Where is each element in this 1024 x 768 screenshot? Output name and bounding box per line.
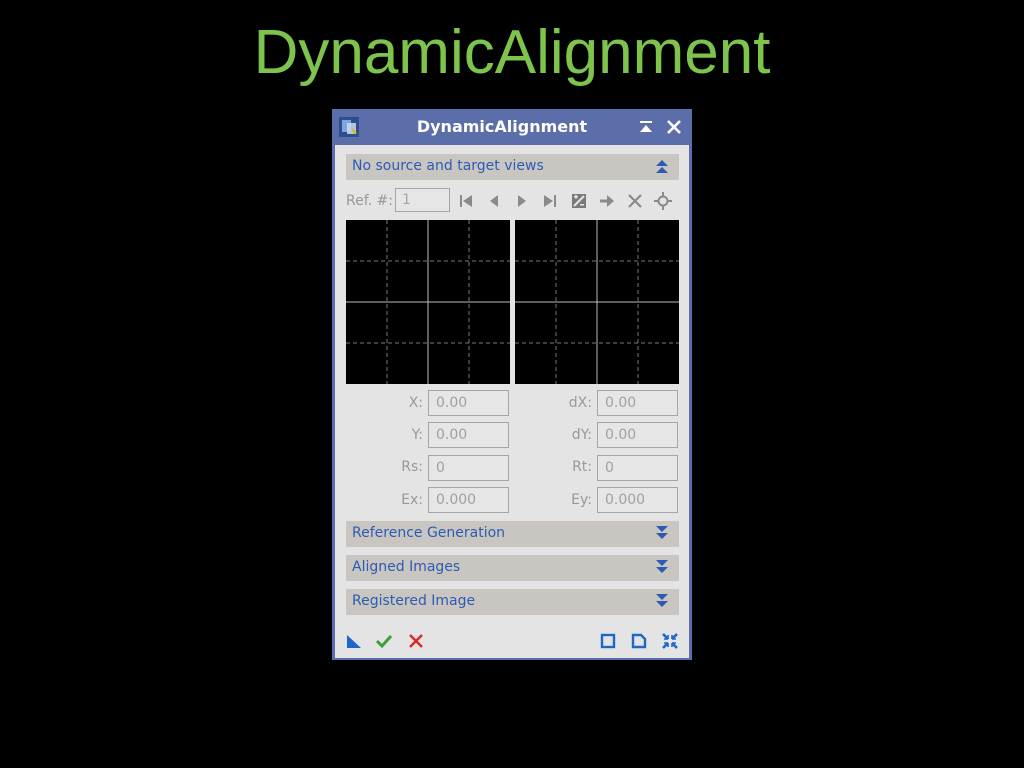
target-preview[interactable] — [515, 220, 679, 384]
reset-icon[interactable] — [660, 631, 680, 651]
shade-icon[interactable] — [637, 118, 655, 136]
ey-label: Ey: — [571, 492, 592, 508]
preview-icon[interactable] — [598, 631, 618, 651]
section-label: No source and target views — [352, 158, 544, 174]
page-title: DynamicAlignment — [253, 18, 771, 87]
first-icon[interactable] — [456, 191, 476, 211]
reference-row: Ref. #: 1 — [346, 187, 679, 215]
section-label: Registered Image — [352, 593, 476, 609]
window-titlebar[interactable]: DynamicAlignment — [332, 109, 692, 145]
section-aligned-images[interactable]: Aligned Images — [346, 555, 679, 581]
ex-label: Ex: — [401, 492, 423, 508]
bottom-toolbar — [335, 622, 689, 658]
chevron-double-down-icon[interactable] — [654, 592, 670, 610]
reference-input[interactable]: 1 — [395, 188, 450, 212]
section-label: Reference Generation — [352, 525, 506, 541]
auto-icon[interactable] — [569, 191, 589, 211]
next-icon[interactable] — [512, 191, 532, 211]
y-field[interactable]: 0.00 — [428, 422, 509, 448]
dy-label: dY: — [571, 427, 592, 443]
chevron-double-down-icon[interactable] — [654, 558, 670, 576]
last-icon[interactable] — [540, 191, 560, 211]
section-label: Aligned Images — [352, 559, 461, 575]
new-instance-icon[interactable] — [344, 631, 364, 651]
rt-field[interactable]: 0 — [597, 455, 678, 481]
chevron-double-up-icon[interactable] — [654, 157, 670, 175]
window-title: DynamicAlignment — [416, 117, 588, 136]
dx-label: dX: — [568, 395, 592, 411]
previous-icon[interactable] — [484, 191, 504, 211]
y-label: Y: — [411, 427, 423, 443]
ey-field[interactable]: 0.000 — [597, 487, 678, 513]
rs-field[interactable]: 0 — [428, 455, 509, 481]
dynamic-alignment-window: DynamicAlignment No source and target vi… — [332, 109, 692, 660]
app-icon — [339, 117, 359, 137]
source-preview[interactable] — [346, 220, 510, 384]
arrow-right-icon[interactable] — [597, 191, 617, 211]
chevron-double-down-icon[interactable] — [654, 524, 670, 542]
close-icon[interactable] — [665, 118, 683, 136]
ex-field[interactable]: 0.000 — [428, 487, 509, 513]
dy-field[interactable]: 0.00 — [597, 422, 678, 448]
x-label: X: — [408, 395, 423, 411]
section-registered-image[interactable]: Registered Image — [346, 589, 679, 615]
dx-field[interactable]: 0.00 — [597, 390, 678, 416]
delete-icon[interactable] — [625, 191, 645, 211]
cancel-icon[interactable] — [406, 631, 426, 651]
window-client-area: No source and target views Ref. #: 1 X: … — [335, 145, 689, 622]
crosshair-icon[interactable] — [653, 191, 673, 211]
section-reference-generation[interactable]: Reference Generation — [346, 521, 679, 547]
x-field[interactable]: 0.00 — [428, 390, 509, 416]
document-icon[interactable] — [629, 631, 649, 651]
rs-label: Rs: — [401, 459, 423, 475]
rt-label: Rt: — [572, 459, 592, 475]
section-source-target[interactable]: No source and target views — [346, 154, 679, 180]
apply-icon[interactable] — [374, 631, 394, 651]
reference-label: Ref. #: — [346, 193, 393, 209]
